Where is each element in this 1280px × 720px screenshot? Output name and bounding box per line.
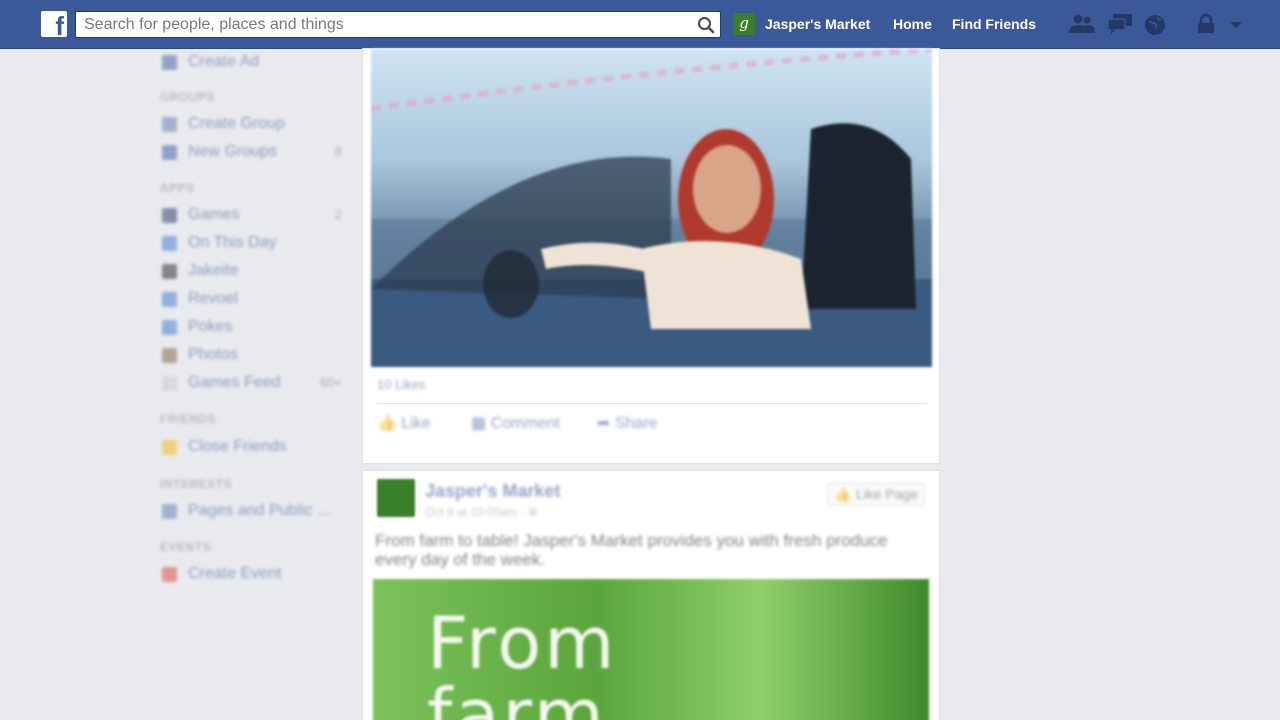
- like-page-button[interactable]: 👍 Like Page: [827, 483, 925, 506]
- sidebar-item-label: On This Day: [188, 234, 277, 251]
- thumbs-up-icon: 👍: [834, 486, 852, 502]
- thumbs-up-icon: 👍: [377, 415, 397, 432]
- privacy-lock-icon[interactable]: [1196, 13, 1216, 35]
- facebook-logo-letter: f: [55, 11, 64, 41]
- sidebar-item-pokes[interactable]: Pokes: [160, 317, 348, 337]
- post-photo-convertible[interactable]: [371, 49, 932, 367]
- comment-label: Comment: [490, 415, 560, 432]
- sidebar-item-label: Photos: [188, 346, 238, 363]
- photo-overlay-text: From farm: [427, 601, 618, 720]
- sidebar-item-label: New Groups: [188, 143, 277, 160]
- sidebar-item-photos[interactable]: Photos: [160, 345, 348, 365]
- post-photo-farm[interactable]: From farm: [373, 579, 929, 720]
- sidebar-item-label: Create Event: [188, 565, 282, 582]
- star-icon: [162, 440, 177, 455]
- sidebar-item-label: Pokes: [188, 318, 233, 335]
- ads-icon: [162, 55, 177, 70]
- sidebar-item-label: Revoel: [188, 290, 238, 307]
- friend-requests-icon[interactable]: [1068, 13, 1096, 35]
- sidebar-item-create-ad[interactable]: Create Ad: [160, 52, 348, 72]
- comment-icon: ▩: [471, 415, 487, 432]
- app-icon: [162, 264, 177, 279]
- account-menu-chevron-down-icon[interactable]: [1228, 13, 1244, 35]
- share-icon: ➦: [597, 415, 611, 432]
- find-friends-link[interactable]: Find Friends: [952, 16, 1036, 32]
- notifications-globe-icon[interactable]: [1143, 13, 1167, 37]
- search-icon: [697, 16, 715, 34]
- sidebar-item-count: 60+: [319, 375, 342, 390]
- like-label: Like: [401, 415, 431, 432]
- sidebar-item-label: Games: [188, 206, 240, 223]
- sidebar-item-count: 2: [334, 207, 342, 222]
- sidebar-item-games-feed[interactable]: Games Feed 60+: [160, 373, 348, 393]
- pages-icon: [162, 504, 177, 519]
- left-sidebar: Create Ad GROUPS Create Group New Groups…: [158, 50, 348, 610]
- sidebar-item-app-3[interactable]: Jakeite: [160, 261, 348, 281]
- sidebar-heading-groups: GROUPS: [160, 90, 216, 104]
- feed-post: Jasper's Market Oct 9 at 10:00am · ⊕ 👍 L…: [362, 470, 940, 720]
- sidebar-item-pages-public[interactable]: Pages and Public ...: [160, 501, 348, 521]
- sidebar-item-count: 8: [334, 144, 342, 159]
- sidebar-item-label: Games Feed: [188, 374, 281, 391]
- app-icon: [162, 292, 177, 307]
- feed-post: 10 Likes 👍 Like ▩ Comment ➦ Share: [362, 48, 940, 464]
- post-timestamp[interactable]: Oct 9 at 10:00am · ⊕: [425, 505, 538, 519]
- top-navigation-bar: f g Jasper's Market Home Find Friends: [0, 0, 1280, 49]
- search-button[interactable]: [692, 12, 720, 37]
- sidebar-heading-events: EVENTS: [160, 540, 212, 554]
- share-button[interactable]: ➦ Share: [597, 413, 658, 433]
- like-button[interactable]: 👍 Like: [377, 413, 431, 433]
- sidebar-heading-friends: FRIENDS: [160, 412, 217, 426]
- page-avatar[interactable]: [377, 479, 415, 517]
- sidebar-item-label: Create Group: [188, 115, 285, 132]
- calendar-icon: [162, 567, 177, 582]
- sidebar-item-label: Jakeite: [188, 262, 239, 279]
- sidebar-item-new-groups[interactable]: New Groups 8: [160, 142, 348, 162]
- divider: [377, 403, 927, 404]
- sidebar-heading-interests: INTERESTS: [160, 477, 232, 491]
- sidebar-item-label: Pages and Public ...: [188, 502, 331, 519]
- comment-button[interactable]: ▩ Comment: [471, 413, 560, 433]
- messages-icon[interactable]: [1106, 13, 1134, 35]
- post-actions: 👍 Like ▩ Comment ➦ Share: [377, 413, 927, 439]
- sidebar-item-on-this-day[interactable]: On This Day: [160, 233, 348, 253]
- pokes-icon: [162, 320, 177, 335]
- games-feed-icon: [162, 376, 177, 391]
- like-page-label: Like Page: [855, 486, 918, 502]
- sidebar-item-label: Create Ad: [188, 53, 260, 70]
- sidebar-item-create-event[interactable]: Create Event: [160, 564, 348, 584]
- sidebar-item-games[interactable]: Games 2: [160, 205, 348, 225]
- share-label: Share: [614, 415, 658, 432]
- photos-icon: [162, 348, 177, 363]
- sidebar-item-app-4[interactable]: Revoel: [160, 289, 348, 309]
- on-this-day-icon: [162, 236, 177, 251]
- create-group-icon: [162, 117, 177, 132]
- home-link[interactable]: Home: [893, 16, 932, 32]
- search-box[interactable]: [75, 11, 721, 38]
- page-avatar-icon[interactable]: g: [733, 13, 755, 35]
- convertible-photo-illustration: [371, 49, 932, 367]
- likes-count[interactable]: 10 Likes: [377, 377, 425, 392]
- news-feed: 10 Likes 👍 Like ▩ Comment ➦ Share Jasper…: [362, 48, 940, 720]
- page-name-link[interactable]: Jasper's Market: [765, 16, 870, 32]
- facebook-logo-icon[interactable]: f: [41, 11, 67, 41]
- sidebar-item-create-group[interactable]: Create Group: [160, 114, 348, 134]
- post-text: From farm to table! Jasper's Market prov…: [375, 531, 888, 569]
- post-author-name[interactable]: Jasper's Market: [425, 481, 560, 502]
- games-icon: [162, 208, 177, 223]
- sidebar-item-label: Close Friends: [188, 438, 287, 455]
- groups-icon: [162, 145, 177, 160]
- sidebar-heading-apps: APPS: [160, 181, 195, 195]
- sidebar-item-close-friends[interactable]: Close Friends: [160, 437, 348, 457]
- search-input[interactable]: [84, 15, 684, 35]
